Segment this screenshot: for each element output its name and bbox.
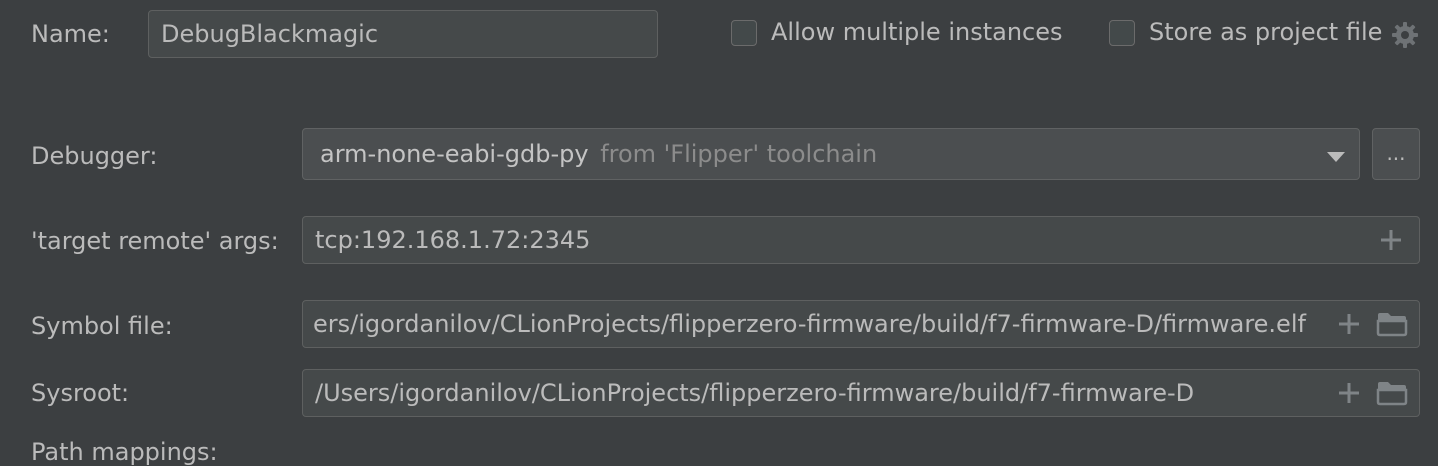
sysroot-label: Sysroot: <box>31 379 130 407</box>
folder-icon[interactable] <box>1376 311 1408 337</box>
debugger-select-hint: from 'Flipper' toolchain <box>600 140 878 168</box>
plus-icon[interactable] <box>1380 229 1402 251</box>
name-label: Name: <box>31 20 110 48</box>
sysroot-value: /Users/igordanilov/CLionProjects/flipper… <box>315 379 1195 407</box>
target-remote-args-label: 'target remote' args: <box>31 227 279 255</box>
folder-icon[interactable] <box>1376 380 1408 406</box>
path-mappings-label: Path mappings: <box>31 438 218 466</box>
allow-multiple-instances-label[interactable]: Allow multiple instances <box>771 18 1063 46</box>
symbol-file-value: ers/igordanilov/CLionProjects/flipperzer… <box>313 310 1306 338</box>
sysroot-input[interactable]: /Users/igordanilov/CLionProjects/flipper… <box>302 369 1420 417</box>
store-as-project-file-label[interactable]: Store as project file <box>1149 18 1382 46</box>
symbol-file-input[interactable]: ers/igordanilov/CLionProjects/flipperzer… <box>302 300 1420 348</box>
allow-multiple-instances-checkbox[interactable] <box>731 20 757 46</box>
name-input-value: DebugBlackmagic <box>161 20 379 48</box>
name-input[interactable]: DebugBlackmagic <box>148 10 658 58</box>
debugger-label: Debugger: <box>31 142 158 170</box>
debugger-select[interactable]: arm-none-eabi-gdb-py from 'Flipper' tool… <box>302 128 1360 180</box>
debugger-browse-button[interactable]: ... <box>1372 128 1420 180</box>
debugger-select-value: arm-none-eabi-gdb-py <box>320 140 589 168</box>
chevron-down-icon[interactable] <box>1326 148 1346 162</box>
symbol-file-label: Symbol file: <box>31 312 173 340</box>
target-remote-args-input[interactable]: tcp:192.168.1.72:2345 <box>302 216 1420 264</box>
gear-icon[interactable] <box>1390 20 1420 50</box>
store-as-project-file-checkbox[interactable] <box>1109 20 1135 46</box>
target-remote-args-value: tcp:192.168.1.72:2345 <box>315 226 591 254</box>
debugger-browse-label: ... <box>1386 141 1406 165</box>
plus-icon[interactable] <box>1338 382 1360 404</box>
plus-icon[interactable] <box>1338 313 1360 335</box>
